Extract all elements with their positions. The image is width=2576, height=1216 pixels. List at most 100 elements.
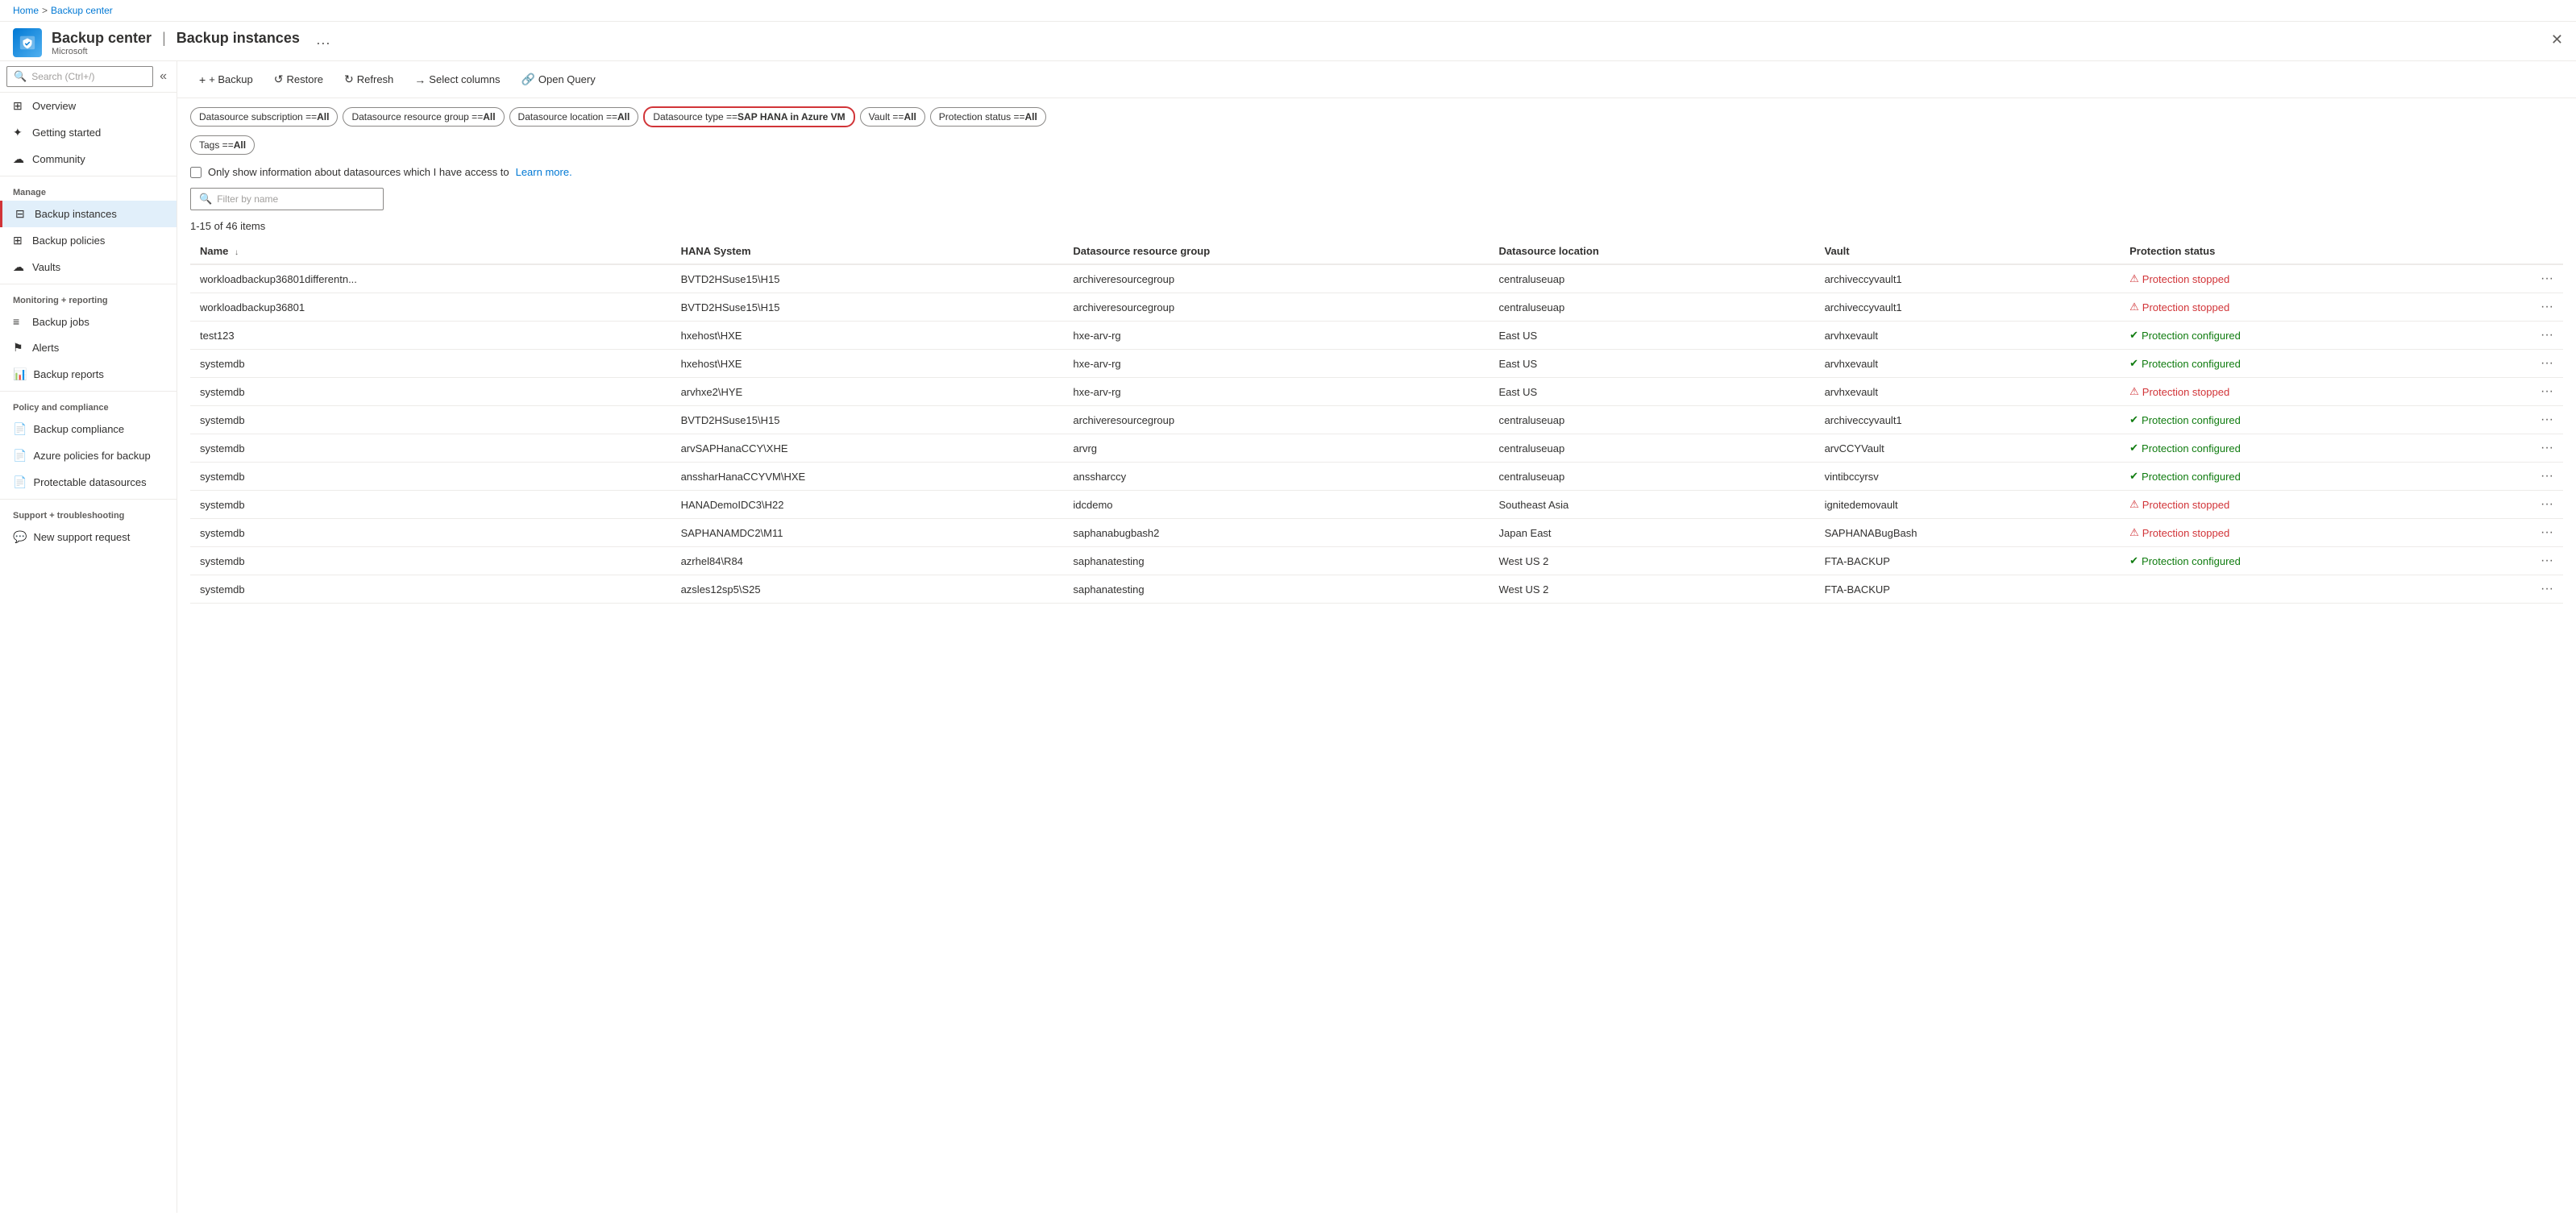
sidebar-item-label-backup-compliance: Backup compliance — [33, 423, 124, 435]
cell-vault: FTA-BACKUP — [1815, 547, 2121, 575]
check-icon: ✔ — [2129, 413, 2138, 426]
cell-hana-system: BVTD2HSuse15\H15 — [671, 264, 1064, 293]
breadcrumb-separator: > — [42, 5, 48, 16]
cell-actions[interactable]: ··· — [2475, 350, 2563, 378]
cell-vault: FTA-BACKUP — [1815, 575, 2121, 604]
name-sort-icon: ↓ — [235, 248, 239, 257]
sidebar-item-backup-jobs[interactable]: ≡ Backup jobs — [0, 309, 177, 334]
col-name[interactable]: Name ↓ — [190, 239, 671, 264]
nav-separator-3 — [0, 391, 177, 392]
cell-protection-status: ✔Protection configured — [2120, 350, 2475, 378]
cell-vault: archiveccyvault1 — [1815, 293, 2121, 322]
getting-started-icon: ✦ — [13, 126, 26, 139]
cell-actions[interactable]: ··· — [2475, 322, 2563, 350]
sidebar-item-label-vaults: Vaults — [32, 261, 60, 273]
app-icon — [13, 28, 42, 57]
sidebar-item-backup-compliance[interactable]: 📄 Backup compliance — [0, 416, 177, 442]
select-columns-button[interactable]: → Select columns — [405, 68, 509, 91]
check-icon: ✔ — [2129, 554, 2138, 567]
sidebar-item-new-support-request[interactable]: 💬 New support request — [0, 524, 177, 550]
cell-actions[interactable]: ··· — [2475, 434, 2563, 463]
cell-protection-status: ✔Protection configured — [2120, 434, 2475, 463]
open-query-button[interactable]: 🔗 Open Query — [512, 68, 604, 91]
sidebar-item-backup-instances[interactable]: ⊟ Backup instances — [0, 201, 177, 227]
backup-compliance-icon: 📄 — [13, 422, 27, 436]
cell-actions[interactable]: ··· — [2475, 491, 2563, 519]
table-row: systemdb arvhxe2\HYE hxe-arv-rg East US … — [190, 378, 2563, 406]
item-count: 1-15 of 46 items — [177, 217, 2576, 239]
restore-icon: ↺ — [274, 73, 284, 86]
restore-button[interactable]: ↺ Restore — [265, 68, 332, 91]
filter-location[interactable]: Datasource location == All — [509, 107, 639, 127]
cell-actions[interactable]: ··· — [2475, 293, 2563, 322]
breadcrumb-home[interactable]: Home — [13, 5, 39, 16]
breadcrumb-current[interactable]: Backup center — [51, 5, 113, 16]
refresh-button[interactable]: ↻ Refresh — [335, 68, 402, 91]
learn-more-link[interactable]: Learn more. — [516, 166, 572, 178]
filter-subscription[interactable]: Datasource subscription == All — [190, 107, 338, 127]
check-icon: ✔ — [2129, 470, 2138, 483]
cell-actions[interactable]: ··· — [2475, 547, 2563, 575]
sidebar-item-community[interactable]: ☁ Community — [0, 146, 177, 172]
sidebar-item-getting-started[interactable]: ✦ Getting started — [0, 119, 177, 146]
cell-actions[interactable]: ··· — [2475, 264, 2563, 293]
cell-hana-system: HANADemoIDC3\H22 — [671, 491, 1064, 519]
filter-protection-status[interactable]: Protection status == All — [930, 107, 1046, 127]
protection-status-configured: ✔Protection configured — [2129, 357, 2466, 370]
cell-hana-system: azsles12sp5\S25 — [671, 575, 1064, 604]
cell-actions[interactable]: ··· — [2475, 406, 2563, 434]
backup-plus-icon: + — [199, 73, 206, 86]
cell-name: systemdb — [190, 547, 671, 575]
backup-instances-table: Name ↓ HANA System Datasource resource g… — [190, 239, 2563, 604]
cell-location: centraluseuap — [1490, 406, 1815, 434]
cell-actions[interactable]: ··· — [2475, 519, 2563, 547]
refresh-icon: ↻ — [344, 73, 354, 86]
cell-vault: SAPHANABugBash — [1815, 519, 2121, 547]
filter-resource-group[interactable]: Datasource resource group == All — [343, 107, 504, 127]
header-subtitle: Microsoft — [52, 47, 300, 56]
cell-actions[interactable]: ··· — [2475, 575, 2563, 604]
backup-reports-icon: 📊 — [13, 367, 27, 381]
cell-location: East US — [1490, 350, 1815, 378]
filter-tags[interactable]: Tags == All — [190, 135, 255, 155]
backup-button[interactable]: + + Backup — [190, 68, 262, 91]
cell-location: centraluseuap — [1490, 293, 1815, 322]
protection-status-stopped: ⚠Protection stopped — [2129, 385, 2466, 398]
tags-filter-row: Tags == All — [177, 135, 2576, 160]
sidebar-item-azure-policies[interactable]: 📄 Azure policies for backup — [0, 442, 177, 469]
sidebar-item-alerts[interactable]: ⚑ Alerts — [0, 334, 177, 361]
filter-input-box[interactable]: 🔍 — [190, 188, 384, 210]
sidebar-search-box[interactable]: 🔍 — [6, 66, 153, 87]
sidebar-item-protectable-datasources[interactable]: 📄 Protectable datasources — [0, 469, 177, 496]
cell-actions[interactable]: ··· — [2475, 463, 2563, 491]
backup-jobs-icon: ≡ — [13, 315, 26, 328]
vaults-icon: ☁ — [13, 260, 26, 274]
sidebar-item-label-backup-jobs: Backup jobs — [32, 316, 89, 328]
filter-type[interactable]: Datasource type == SAP HANA in Azure VM — [643, 106, 854, 127]
cell-hana-system: BVTD2HSuse15\H15 — [671, 293, 1064, 322]
cell-hana-system: azrhel84\R84 — [671, 547, 1064, 575]
protection-status-configured: ✔Protection configured — [2129, 470, 2466, 483]
col-hana-system: HANA System — [671, 239, 1064, 264]
collapse-button[interactable]: « — [156, 66, 170, 87]
search-input[interactable] — [31, 71, 146, 82]
sidebar-item-backup-policies[interactable]: ⊞ Backup policies — [0, 227, 177, 254]
filter-vault[interactable]: Vault == All — [860, 107, 925, 127]
cell-name: systemdb — [190, 575, 671, 604]
toolbar: + + Backup ↺ Restore ↻ Refresh → Select … — [177, 61, 2576, 98]
cell-protection-status: ⚠Protection stopped — [2120, 293, 2475, 322]
azure-policies-icon: 📄 — [13, 449, 27, 463]
cell-resource-group: hxe-arv-rg — [1063, 378, 1489, 406]
table-row: workloadbackup36801differentn... BVTD2HS… — [190, 264, 2563, 293]
cell-vault: ignitedemovault — [1815, 491, 2121, 519]
datasource-access-checkbox[interactable] — [190, 167, 202, 178]
filter-by-name-input[interactable] — [217, 193, 375, 205]
header-ellipsis-button[interactable]: ··· — [316, 35, 330, 52]
table-row: systemdb hxehost\HXE hxe-arv-rg East US … — [190, 350, 2563, 378]
sidebar-item-overview[interactable]: ⊞ Overview — [0, 93, 177, 119]
select-columns-icon: → — [414, 73, 426, 86]
sidebar-item-vaults[interactable]: ☁ Vaults — [0, 254, 177, 280]
sidebar-item-backup-reports[interactable]: 📊 Backup reports — [0, 361, 177, 388]
cell-actions[interactable]: ··· — [2475, 378, 2563, 406]
close-button[interactable]: ✕ — [2551, 31, 2563, 48]
